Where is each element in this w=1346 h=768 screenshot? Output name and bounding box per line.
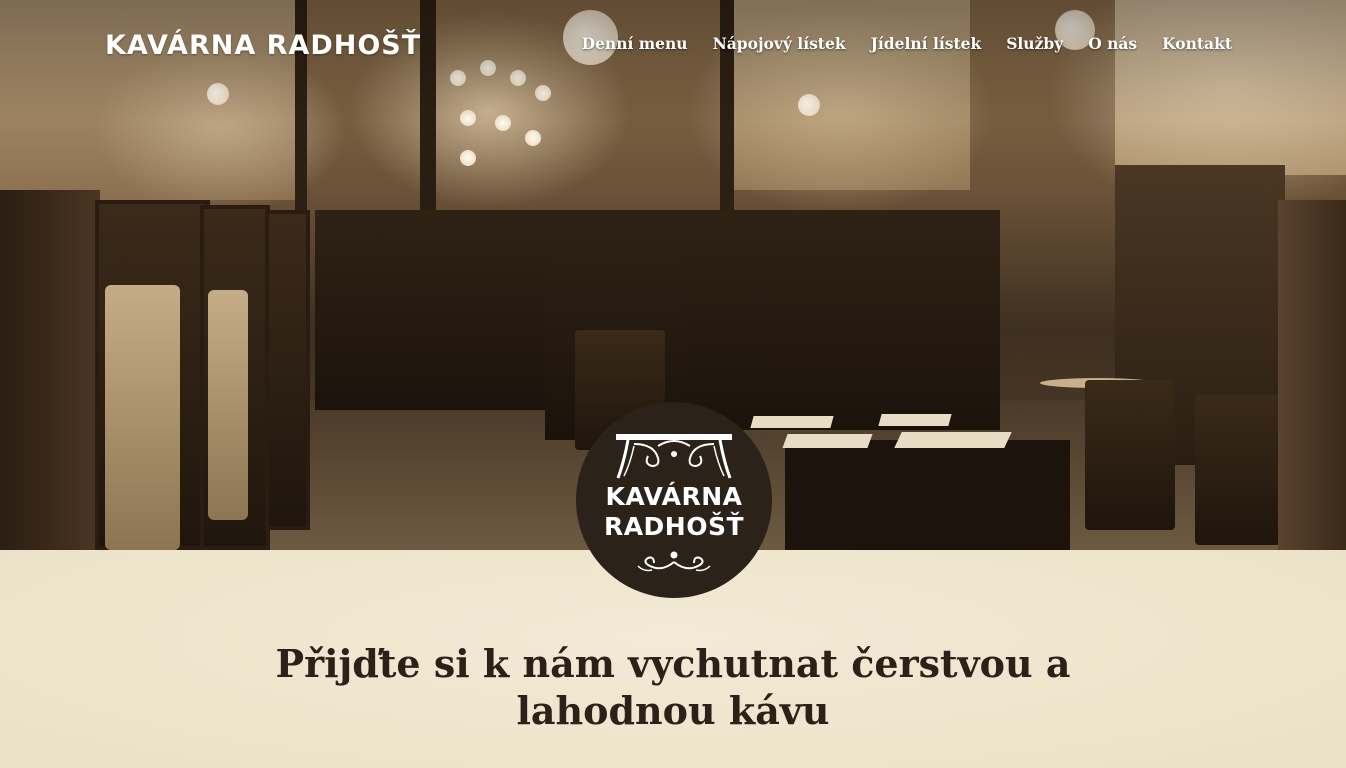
nav-item-o-nas[interactable]: O nás — [1088, 34, 1137, 53]
headline-line-2: lahodnou kávu — [516, 688, 830, 733]
nav-item-napojovy-listek[interactable]: Nápojový lístek — [713, 34, 846, 53]
ornament-bottom-icon — [637, 551, 711, 572]
badge-wordmark: KAVÁRNA RADHOŠŤ — [576, 482, 772, 542]
ornament-top-icon — [616, 434, 732, 479]
page-headline: Přijďte si k nám vychutnat čerstvou a la… — [0, 640, 1346, 734]
badge-line-2: RADHOŠŤ — [603, 512, 745, 541]
nav-item-kontakt[interactable]: Kontakt — [1162, 34, 1232, 53]
main-nav: Denní menu Nápojový lístek Jídelní líste… — [582, 34, 1232, 53]
logo-badge: KAVÁRNA RADHOŠŤ — [576, 402, 772, 598]
brand-logo-link[interactable]: KAVÁRNA RADHOŠŤ — [105, 30, 421, 61]
headline-line-1: Přijďte si k nám vychutnat čerstvou a — [275, 641, 1071, 686]
nav-item-jidelni-listek[interactable]: Jídelní lístek — [871, 34, 982, 53]
badge-line-1: KAVÁRNA — [605, 482, 743, 511]
nav-item-sluzby[interactable]: Služby — [1006, 34, 1063, 53]
nav-item-denni-menu[interactable]: Denní menu — [582, 34, 688, 53]
